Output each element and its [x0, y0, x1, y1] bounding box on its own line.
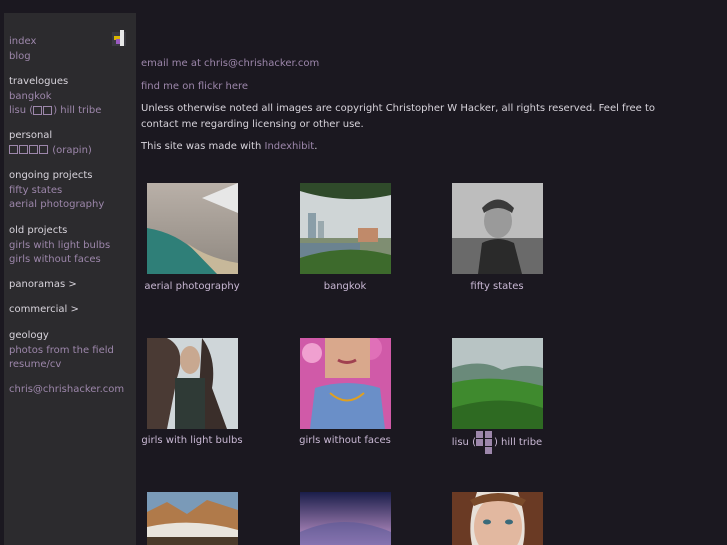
- nav-panoramas-toggle[interactable]: panoramas >: [9, 278, 77, 293]
- lisu-image: [452, 338, 543, 429]
- caption-bangkok[interactable]: bangkok: [275, 281, 415, 292]
- nav-personal-link[interactable]: (orapin): [9, 144, 92, 159]
- email-link[interactable]: email me at chris@chrishacker.com: [141, 58, 319, 69]
- without-faces-image: [300, 338, 391, 429]
- caption-fifty-states[interactable]: fifty states: [427, 281, 567, 292]
- landscape-image: [147, 492, 238, 545]
- nav-bangkok-link[interactable]: bangkok: [9, 90, 101, 105]
- made-with-line: This site was made with Indexhibit.: [141, 141, 318, 152]
- nav-blog-link[interactable]: blog: [9, 50, 36, 65]
- ongoing-heading: ongoing projects: [9, 170, 93, 181]
- nav-fifty-states-link[interactable]: fifty states: [9, 184, 104, 199]
- glyph-box-icon: [39, 145, 48, 154]
- personal-heading: personal: [9, 130, 53, 141]
- nav-index-link[interactable]: index: [9, 35, 36, 50]
- indexhibit-link[interactable]: Indexhibit: [265, 141, 315, 152]
- thumb-aerial-photography[interactable]: [147, 183, 238, 274]
- flickr-link[interactable]: find me on flickr here: [141, 81, 248, 92]
- geology-heading: geology: [9, 330, 49, 341]
- sidebar-nav: index blog travelogues bangkok lisu () h…: [4, 13, 136, 545]
- caption-without-faces[interactable]: girls without faces: [275, 435, 415, 446]
- caption-lisu[interactable]: lisu ( ) hill tribe: [427, 431, 567, 454]
- thumb-portrait[interactable]: [452, 492, 543, 545]
- thumb-panorama-1[interactable]: [147, 492, 238, 545]
- email-line[interactable]: email me at chris@chrishacker.com: [141, 56, 661, 72]
- nav-lisu-link[interactable]: lisu () hill tribe: [9, 104, 101, 119]
- travelogues-heading: travelogues: [9, 76, 69, 87]
- fifty-states-image: [452, 183, 543, 274]
- glyph-box-icon: [475, 431, 494, 454]
- glyph-box-icon: [29, 145, 38, 154]
- nav-resume-link[interactable]: resume/cv: [9, 358, 114, 373]
- site-logo-icon[interactable]: [112, 30, 126, 46]
- caption-light-bulbs[interactable]: girls with light bulbs: [122, 435, 262, 446]
- light-bulbs-image: [147, 338, 238, 429]
- aerial-photo-image: [147, 183, 238, 274]
- thumb-bangkok[interactable]: [300, 183, 391, 274]
- nav-commercial-toggle[interactable]: commercial >: [9, 303, 79, 318]
- flickr-line[interactable]: find me on flickr here: [141, 79, 661, 95]
- nav-aerial-link[interactable]: aerial photography: [9, 198, 104, 213]
- thumb-girls-light-bulbs[interactable]: [147, 338, 238, 429]
- thumb-girls-without-faces[interactable]: [300, 338, 391, 429]
- glyph-box-icon: [19, 145, 28, 154]
- nav-field-photos-link[interactable]: photos from the field: [9, 344, 114, 359]
- glyph-box-icon: [43, 105, 53, 115]
- copyright-text: Unless otherwise noted all images are co…: [141, 103, 655, 130]
- caption-aerial[interactable]: aerial photography: [122, 281, 262, 292]
- thumb-fifty-states[interactable]: [452, 183, 543, 274]
- nav-email-link[interactable]: chris@chrishacker.com: [9, 383, 124, 398]
- nav-without-faces-link[interactable]: girls without faces: [9, 253, 110, 268]
- glyph-box-icon: [9, 145, 18, 154]
- thumb-panorama-2[interactable]: [300, 492, 391, 545]
- thumb-lisu-hill-tribe[interactable]: [452, 338, 543, 429]
- bangkok-image: [300, 183, 391, 274]
- nav-light-bulbs-link[interactable]: girls with light bulbs: [9, 239, 110, 254]
- glyph-box-icon: [33, 105, 43, 115]
- old-projects-heading: old projects: [9, 225, 68, 236]
- portrait-image: [452, 492, 543, 545]
- night-sky-image: [300, 492, 391, 545]
